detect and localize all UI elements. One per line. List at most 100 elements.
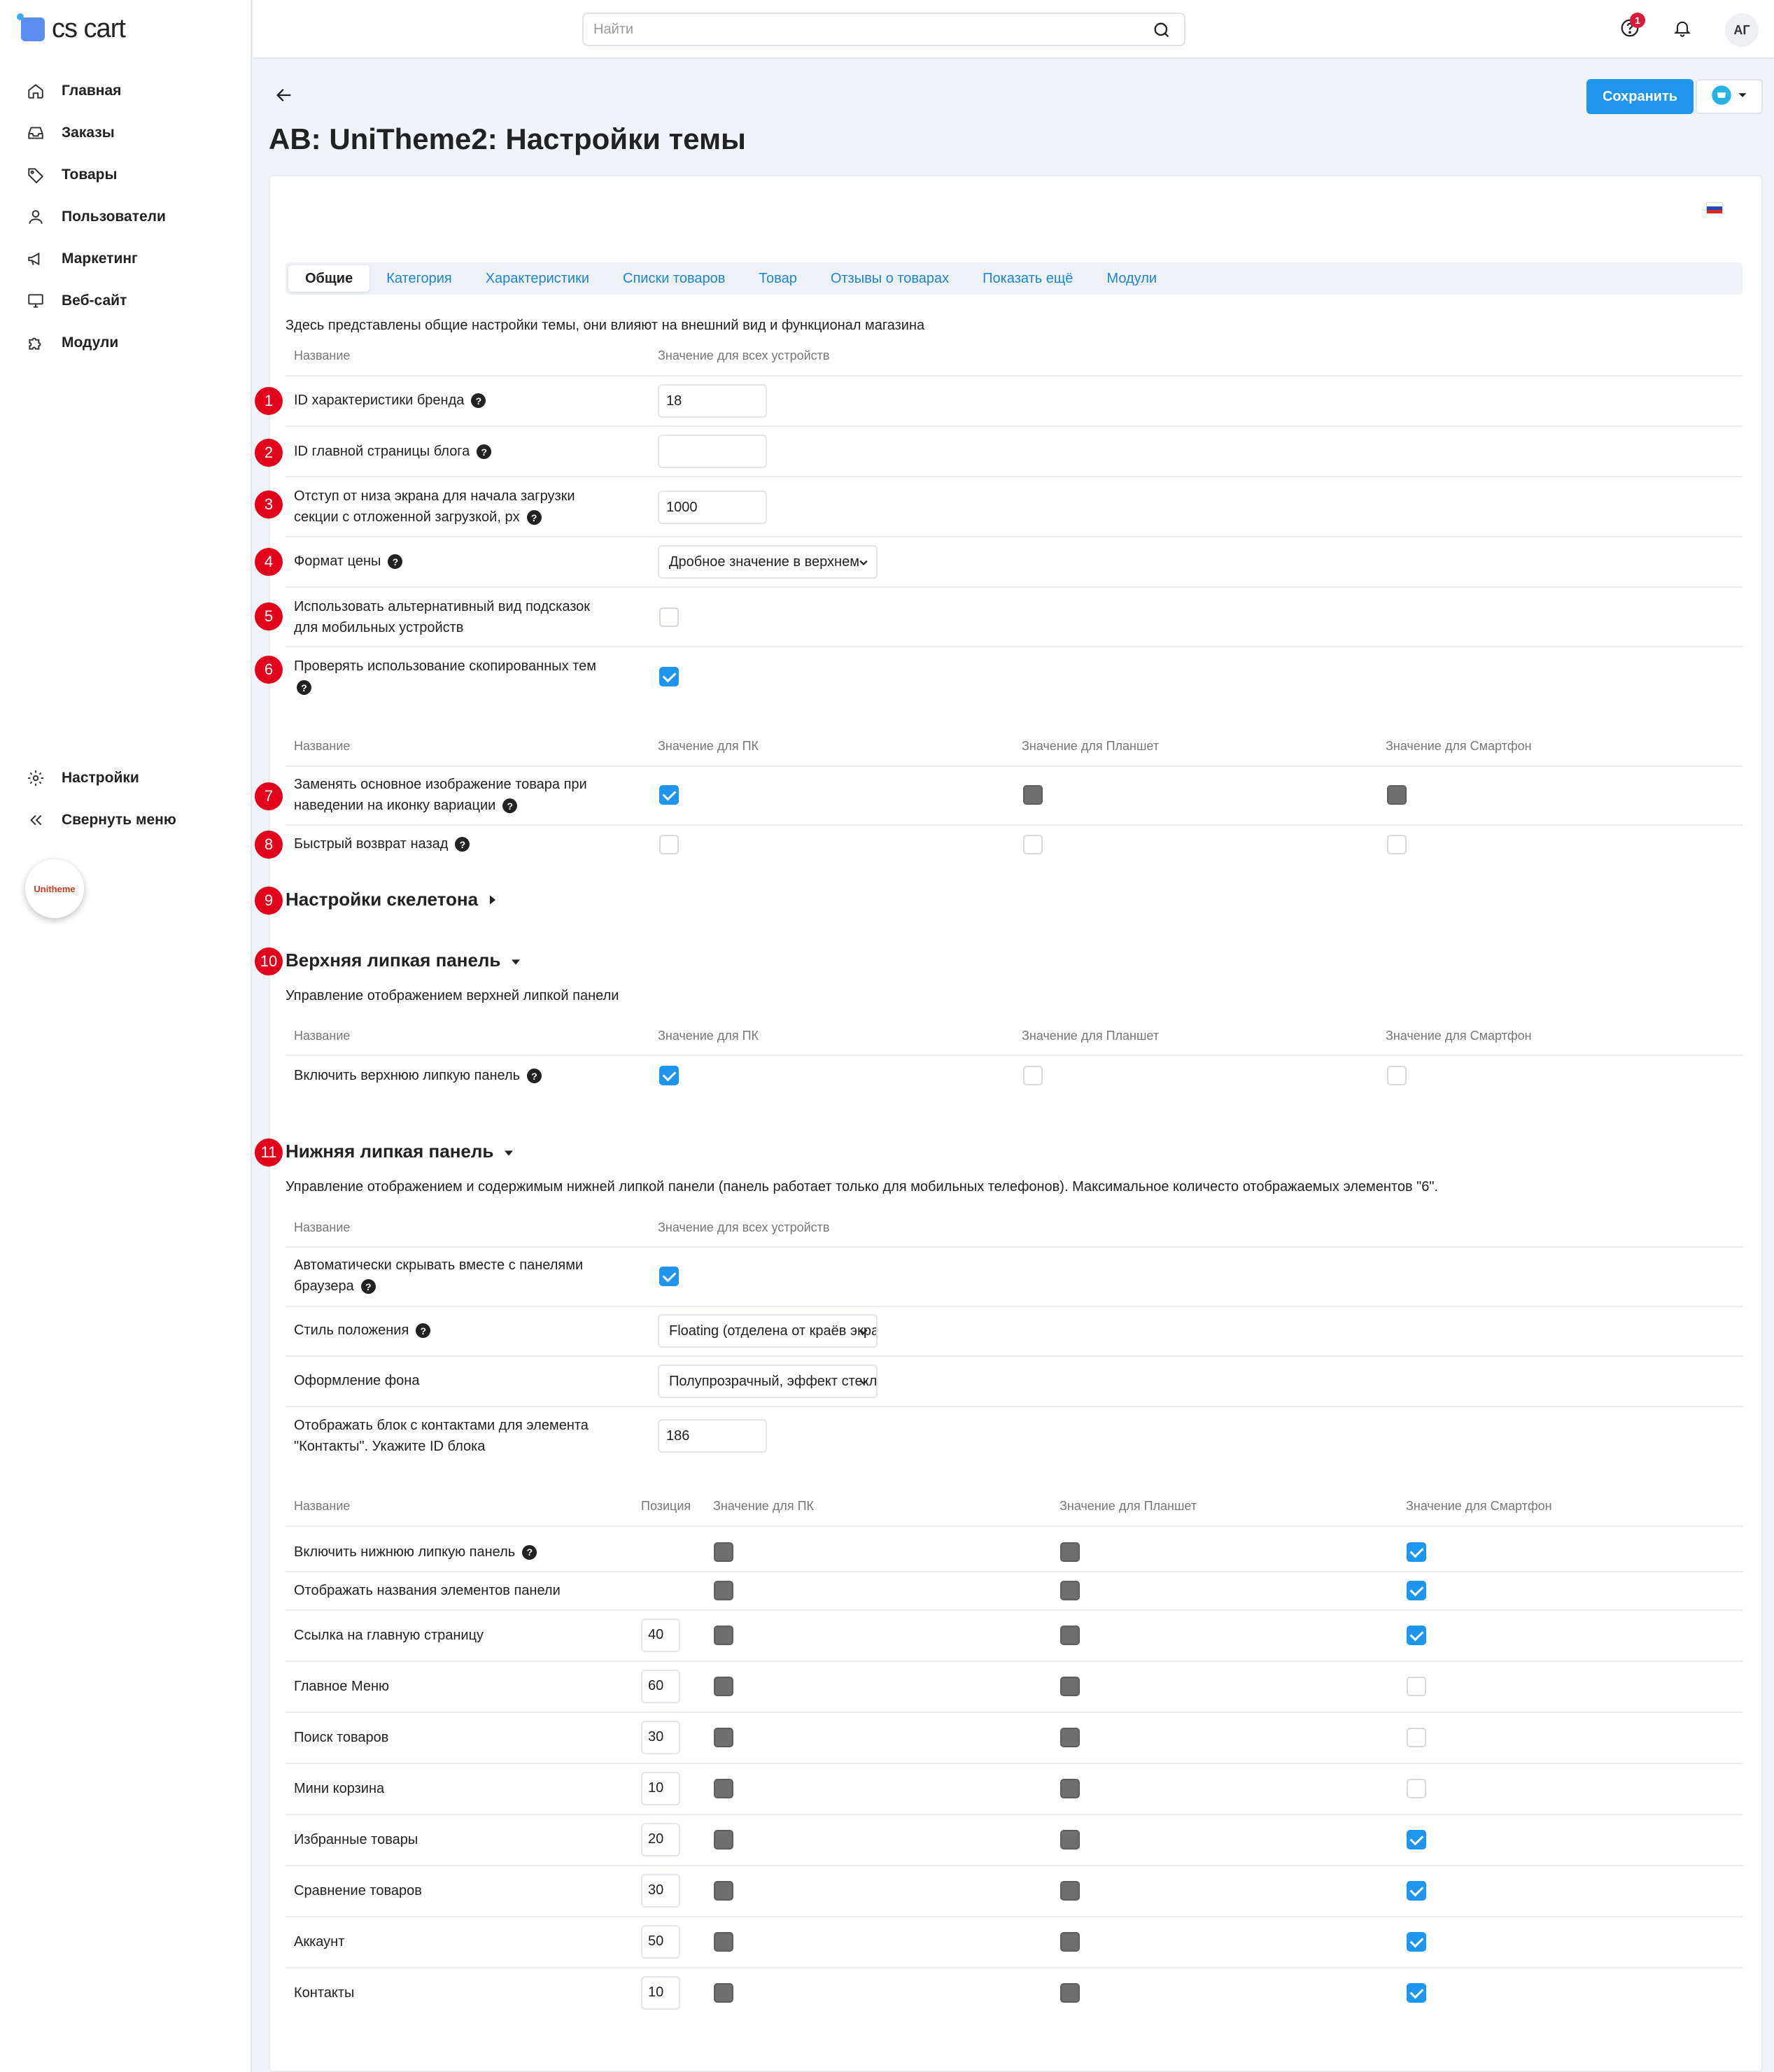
sidebar-item-addons[interactable]: Модули (0, 322, 251, 364)
sidebar-item-products[interactable]: Товары (0, 154, 251, 196)
sidebar-item-users[interactable]: Пользователи (0, 196, 251, 238)
brand-feature-id-input[interactable] (658, 384, 767, 418)
tablet-checkbox (1060, 1931, 1080, 1952)
help-icon[interactable]: ? (360, 1279, 376, 1295)
phone-checkbox[interactable] (1407, 1778, 1426, 1798)
search-icon[interactable] (1152, 20, 1171, 43)
tab-addons[interactable]: Модули (1090, 265, 1174, 292)
help-icon[interactable]: ? (471, 393, 486, 409)
cs-cart-logo[interactable]: cs cart (17, 13, 126, 44)
lazy-offset-input[interactable] (658, 491, 767, 524)
sidebar-item-label: Свернуть меню (62, 812, 176, 828)
pc-checkbox (714, 1542, 733, 1562)
col-name-header: Название (294, 1220, 351, 1234)
caret-right-icon (488, 889, 498, 910)
tablet-checkbox (1060, 1778, 1080, 1798)
phone-checkbox[interactable] (1407, 1880, 1426, 1901)
sidebar-item-home[interactable]: Главная (0, 70, 251, 112)
phone-checkbox[interactable] (1407, 1625, 1426, 1645)
help-icon[interactable]: ? (416, 1323, 431, 1339)
top-sticky-tablet-checkbox[interactable] (1023, 1066, 1043, 1085)
tablet-checkbox (1060, 1982, 1080, 2003)
sidebar-item-website[interactable]: Веб-сайт (0, 280, 251, 322)
position-input[interactable] (641, 1720, 680, 1754)
phone-checkbox[interactable] (1407, 1931, 1426, 1952)
replace-image-phone-checkbox (1387, 785, 1407, 805)
setting-label: Стиль положения? (294, 1320, 431, 1341)
notifications-button[interactable] (1668, 15, 1696, 43)
tab-show-more[interactable]: Показать ещё (966, 265, 1090, 292)
top-sticky-phone-checkbox[interactable] (1387, 1066, 1407, 1085)
col-pc-header: Значение для ПК (658, 1029, 759, 1043)
divider (286, 646, 1743, 647)
help-icon[interactable]: ? (522, 1544, 537, 1560)
check-copied-themes-checkbox[interactable] (659, 667, 679, 686)
position-input[interactable] (641, 1873, 680, 1908)
background-style-select[interactable]: Полупрозрачный, эффект стекла (658, 1365, 878, 1398)
top-sticky-section-toggle[interactable]: Верхняя липкая панель (286, 950, 521, 971)
replace-image-pc-checkbox[interactable] (659, 785, 679, 805)
sidebar-item-marketing[interactable]: Маркетинг (0, 238, 251, 280)
setting-label: Автоматически скрывать вместе с панелями… (294, 1257, 584, 1295)
position-input[interactable] (641, 1618, 680, 1652)
position-input[interactable] (641, 1669, 680, 1703)
unitheme-badge[interactable]: Unitheme (25, 859, 84, 918)
setting-label: Включить нижнюю липкую панель? (294, 1542, 537, 1563)
search-input[interactable] (584, 14, 1129, 45)
divider (286, 1306, 1743, 1307)
skeleton-section-toggle[interactable]: Настройки скелетона (286, 889, 498, 910)
storefront-selector[interactable] (1696, 79, 1763, 114)
help-icon[interactable]: ? (502, 798, 518, 814)
marker-3: 3 (255, 491, 283, 519)
position-input[interactable] (641, 1975, 680, 2010)
russian-flag-icon[interactable] (1706, 202, 1723, 213)
quick-back-tablet-checkbox[interactable] (1023, 835, 1043, 854)
divider (286, 375, 1743, 376)
tab-general[interactable]: Общие (288, 265, 370, 292)
price-format-select[interactable]: Дробное значение в верхнем (658, 545, 878, 579)
tag-icon (25, 164, 46, 185)
back-button[interactable] (274, 85, 302, 108)
alt-tooltips-checkbox[interactable] (659, 607, 679, 627)
contacts-block-id-input[interactable] (658, 1419, 767, 1453)
marker-5: 5 (255, 602, 283, 630)
help-icon[interactable]: ? (388, 554, 403, 570)
top-sticky-pc-checkbox[interactable] (659, 1066, 679, 1085)
quick-back-phone-checkbox[interactable] (1387, 835, 1407, 854)
tab-product[interactable]: Товар (742, 265, 813, 292)
position-input[interactable] (641, 1822, 680, 1856)
phone-checkbox[interactable] (1407, 1982, 1426, 2003)
logo-mark (17, 13, 45, 41)
auto-hide-checkbox[interactable] (659, 1267, 679, 1286)
quick-back-pc-checkbox[interactable] (659, 835, 679, 854)
blog-page-id-input[interactable] (658, 435, 767, 468)
sidebar-item-orders[interactable]: Заказы (0, 112, 251, 154)
help-icon[interactable]: ? (297, 680, 311, 696)
bottom-sticky-section-toggle[interactable]: Нижняя липкая панель (286, 1141, 514, 1162)
position-input[interactable] (641, 1771, 680, 1805)
sidebar-item-label: Настройки (62, 770, 139, 786)
tab-product-lists[interactable]: Списки товаров (606, 265, 742, 292)
position-input[interactable] (641, 1924, 680, 1959)
phone-checkbox[interactable] (1407, 1829, 1426, 1849)
phone-checkbox[interactable] (1407, 1676, 1426, 1696)
phone-checkbox[interactable] (1407, 1542, 1426, 1562)
marker-8: 8 (255, 831, 283, 859)
col-tablet-header: Значение для Планшет (1022, 739, 1160, 753)
help-icon[interactable]: ? (526, 510, 542, 526)
phone-checkbox[interactable] (1407, 1580, 1426, 1600)
tab-category[interactable]: Категория (369, 265, 469, 292)
help-icon[interactable]: ? (455, 837, 470, 852)
avatar[interactable]: АГ (1725, 13, 1759, 47)
tab-reviews[interactable]: Отзывы о товарах (814, 265, 966, 292)
sidebar-item-collapse[interactable]: Свернуть меню (0, 799, 251, 841)
phone-checkbox[interactable] (1407, 1727, 1426, 1747)
help-icon[interactable]: ? (477, 444, 492, 460)
sidebar-item-settings[interactable]: Настройки (0, 757, 251, 799)
help-button[interactable]: 1 (1616, 13, 1645, 43)
divider (286, 1763, 1743, 1764)
tab-features[interactable]: Характеристики (469, 265, 606, 292)
save-button[interactable]: Сохранить (1586, 79, 1694, 114)
help-icon[interactable]: ? (527, 1069, 542, 1084)
position-style-select[interactable]: Floating (отделена от краёв экрана) (658, 1314, 878, 1348)
